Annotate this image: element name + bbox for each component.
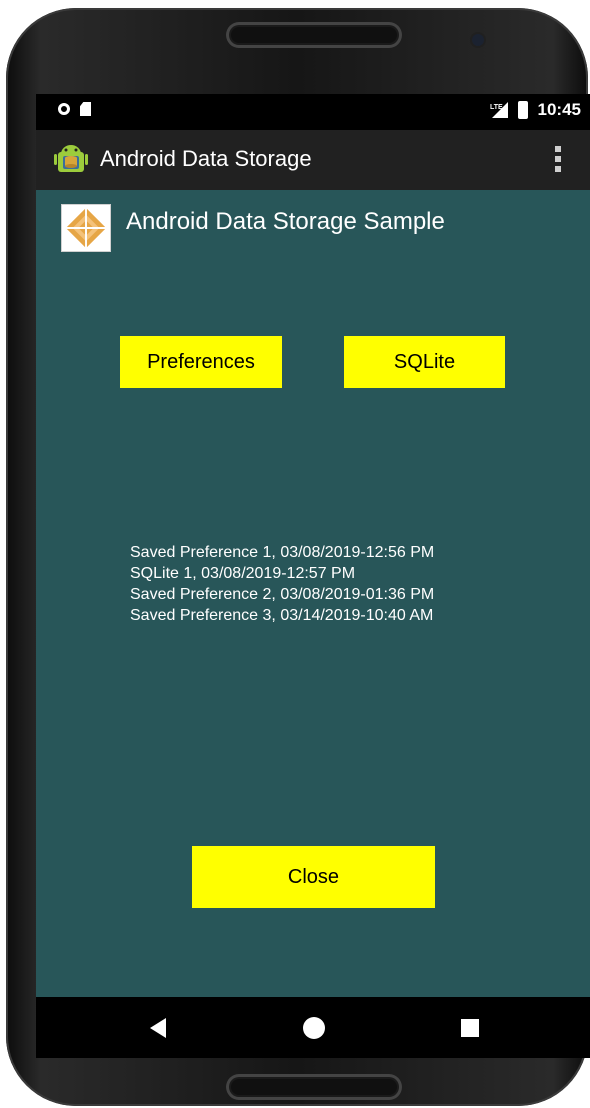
navigation-bar <box>36 997 590 1058</box>
saved-history-list: Saved Preference 1, 03/08/2019-12:56 PM … <box>130 542 434 626</box>
overflow-dot <box>555 146 561 152</box>
list-item: Saved Preference 1, 03/08/2019-12:56 PM <box>130 544 435 561</box>
recent-apps-icon[interactable] <box>461 1019 479 1037</box>
close-button[interactable]: Close <box>192 846 435 908</box>
sqlite-button[interactable]: SQLite <box>344 336 505 388</box>
diamond-logo-icon <box>61 204 111 252</box>
status-bar: LTE 10:45 <box>36 94 590 130</box>
back-icon[interactable] <box>150 1018 166 1038</box>
home-icon[interactable] <box>303 1017 325 1039</box>
notification-circle-icon <box>58 103 70 115</box>
network-label: LTE <box>490 104 503 111</box>
action-bar: Android Data Storage <box>36 130 590 190</box>
lte-signal-icon: LTE <box>490 102 508 118</box>
status-left <box>58 102 91 116</box>
phone-frame: LTE 10:45 Android Data Storage Android D… <box>6 8 590 1106</box>
overflow-dot <box>555 166 561 172</box>
clock: 10:45 <box>537 100 581 119</box>
bottom-speaker <box>226 1074 402 1100</box>
screen: LTE 10:45 Android Data Storage Android D… <box>36 94 590 1058</box>
main-content: Android Data Storage Sample Preferences … <box>36 190 590 997</box>
list-item: Saved Preference 3, 03/14/2019-10:40 AM <box>130 607 434 624</box>
battery-icon <box>517 101 528 119</box>
overflow-menu-icon[interactable] <box>555 146 561 174</box>
sd-card-icon <box>80 102 91 116</box>
overflow-dot <box>555 156 561 162</box>
app-title: Android Data Storage <box>100 146 312 171</box>
front-camera <box>472 34 484 46</box>
list-item: SQLite 1, 03/08/2019-12:57 PM <box>130 565 356 582</box>
status-right: LTE 10:45 <box>490 100 581 120</box>
earpiece-speaker <box>226 22 402 48</box>
preferences-button[interactable]: Preferences <box>120 336 282 388</box>
list-item: Saved Preference 2, 03/08/2019-01:36 PM <box>130 586 435 603</box>
android-robot-icon <box>54 145 88 172</box>
sample-title: Android Data Storage Sample <box>126 208 445 235</box>
